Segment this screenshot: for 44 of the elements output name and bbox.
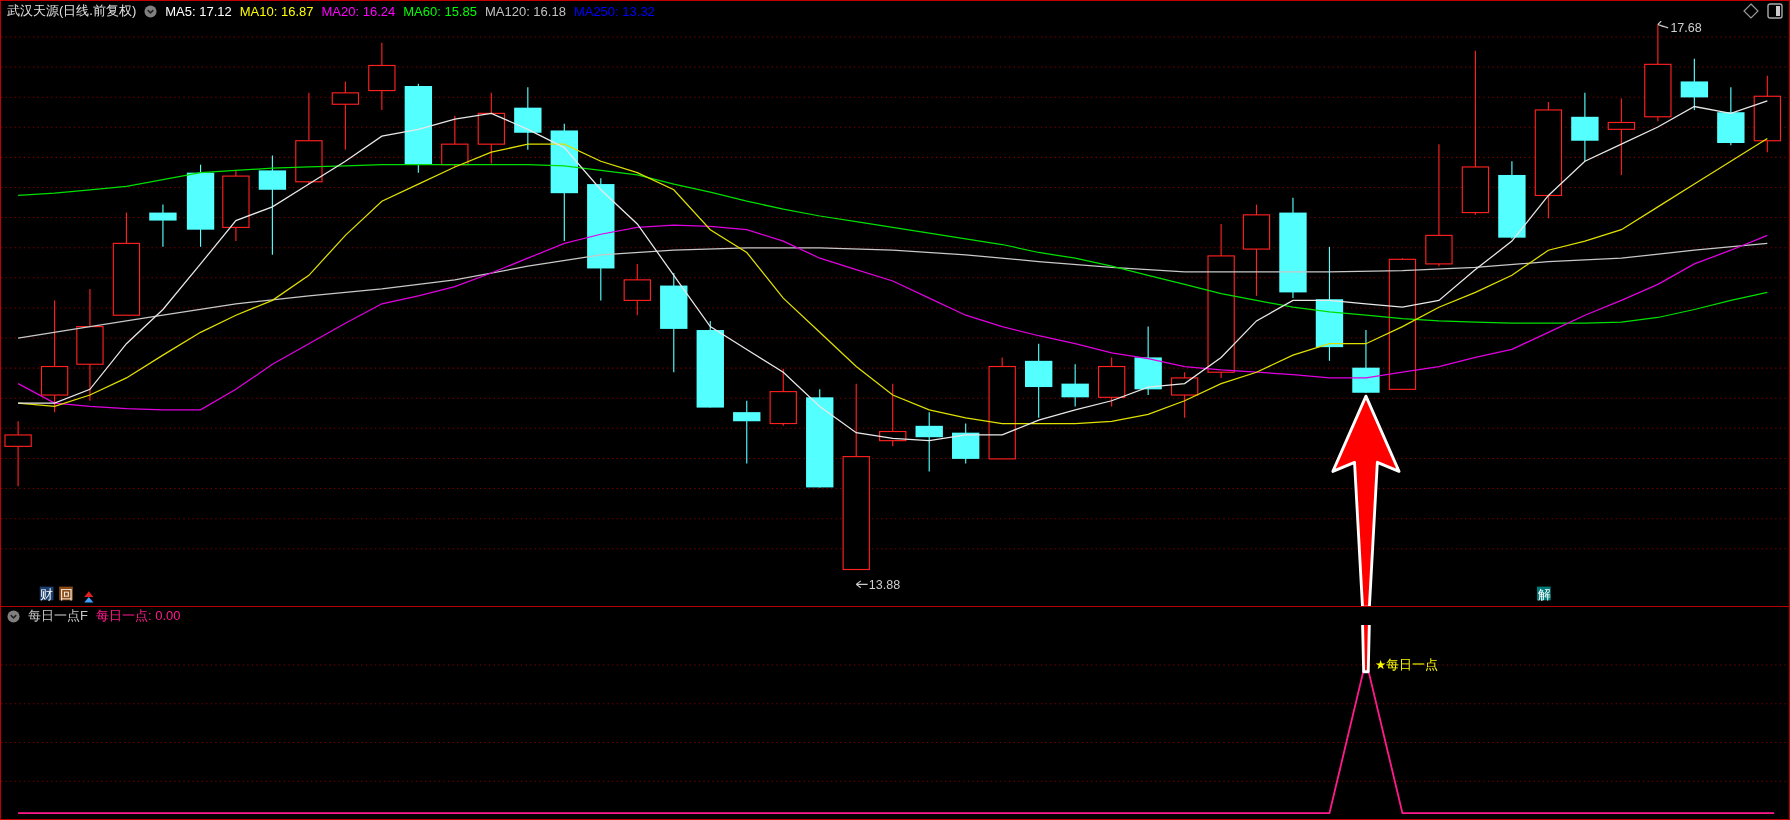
candlestick	[1352, 329, 1380, 394]
candlestick	[441, 115, 469, 168]
low-price-label: 13.88	[868, 577, 901, 592]
dropdown-icon[interactable]	[7, 609, 20, 623]
arrow-head-icon	[1331, 394, 1401, 606]
candlestick	[1061, 363, 1089, 407]
candlestick	[514, 86, 542, 151]
candlestick	[1134, 326, 1162, 396]
arrow-tail-icon	[1361, 625, 1371, 674]
candlestick	[952, 422, 980, 465]
candlestick	[1680, 58, 1709, 111]
high-price-label: 17.68	[1670, 21, 1702, 36]
indicator-value: 每日一点: 0.00	[95, 607, 181, 625]
candlestick	[1170, 371, 1199, 419]
moving-average-value: MA5: 17.12	[165, 3, 232, 19]
candlestick	[1717, 86, 1745, 146]
moving-average-value: MA20: 16.24	[321, 3, 396, 19]
candlestick	[331, 80, 360, 151]
leader-line	[855, 580, 869, 589]
signal-label: ★每日一点	[1375, 657, 1439, 673]
leader-line	[1657, 21, 1669, 29]
panel-toggle-icon[interactable]	[1767, 3, 1783, 19]
candlestick	[149, 204, 177, 248]
triangle-icon	[84, 591, 94, 603]
candlestick	[769, 368, 797, 427]
candlestick	[1097, 356, 1126, 407]
candlestick	[879, 383, 907, 447]
indicator-name: 每日一点F	[28, 607, 88, 625]
candlestick	[4, 420, 32, 487]
signal-badge[interactable]: 解	[1537, 586, 1551, 602]
candlestick	[623, 263, 651, 316]
stock-title: 武汉天源(日线.前复权)	[7, 2, 137, 20]
candlestick	[733, 400, 761, 465]
candlestick	[368, 42, 396, 111]
candlestick	[915, 411, 943, 472]
moving-average-value: MA120: 16.18	[484, 3, 566, 19]
moving-average-value: MA10: 16.87	[239, 3, 314, 19]
signal-badge[interactable]: 财	[39, 586, 54, 602]
candlestick	[1571, 92, 1599, 162]
dropdown-icon[interactable]	[144, 4, 158, 18]
moving-average-value: MA250: 13.32	[573, 3, 655, 19]
signal-badge[interactable]: 回	[59, 586, 73, 602]
diamond-icon[interactable]	[1743, 3, 1759, 19]
moving-average-value: MA60: 15.85	[403, 3, 477, 19]
